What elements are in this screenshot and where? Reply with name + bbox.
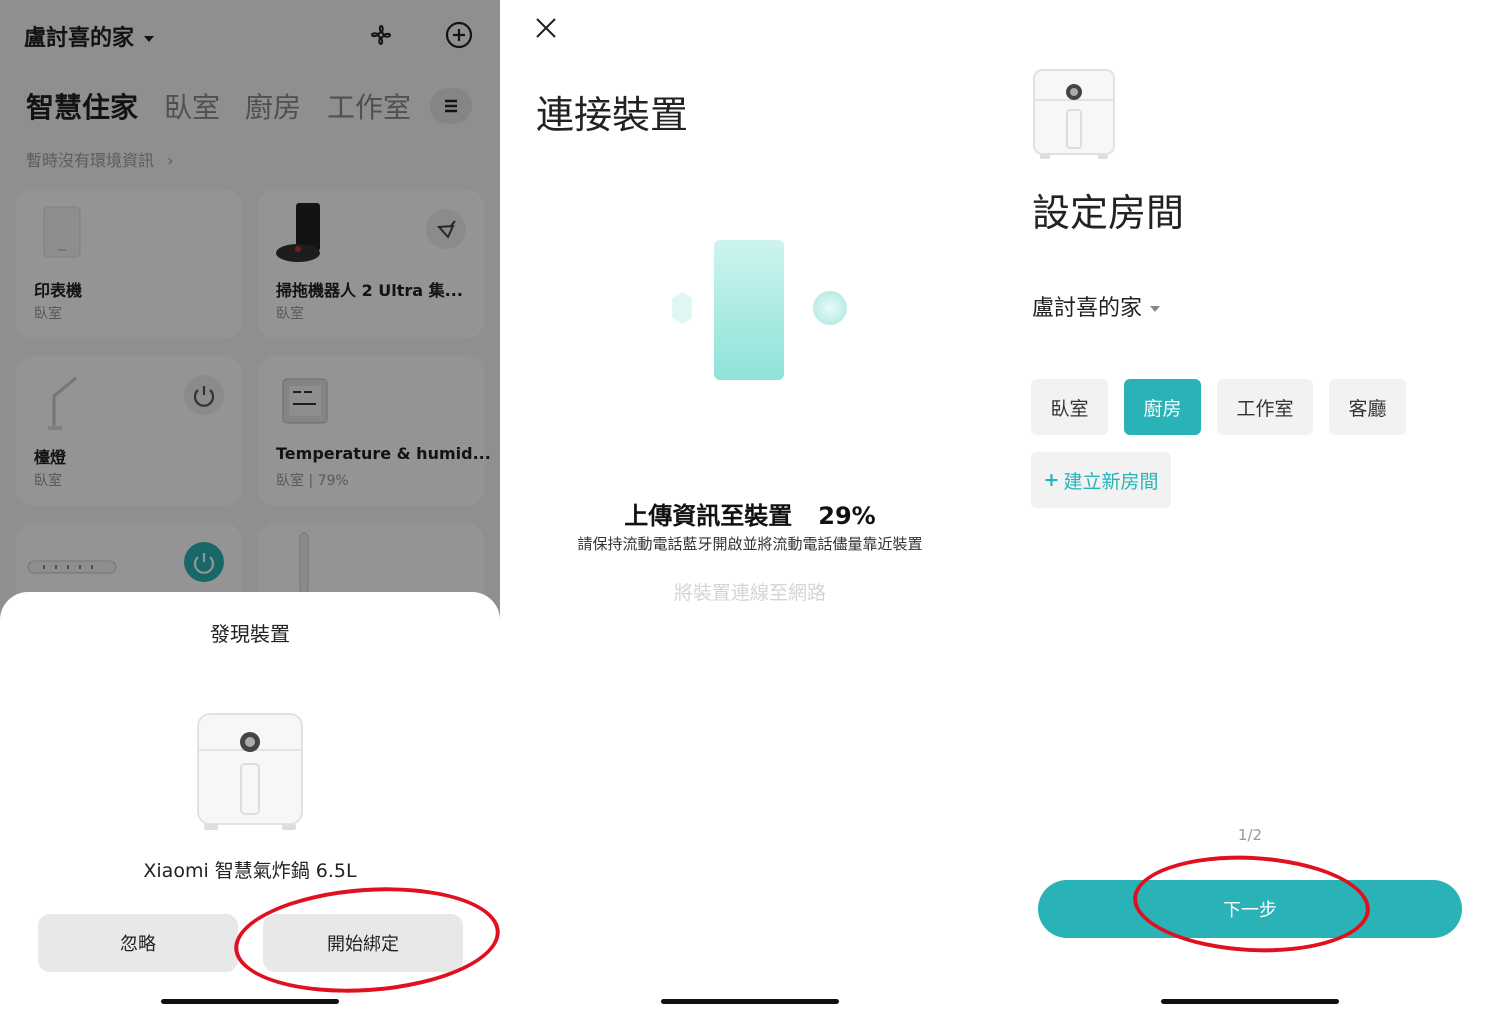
room-chip-studio[interactable]: 工作室: [1217, 379, 1313, 435]
create-room-label: 建立新房間: [1063, 470, 1159, 493]
page-title: 設定房間: [1032, 191, 1185, 235]
room-setup-screen: 設定房間 盧討喜的家 臥室 廚房 工作室 客廳 + 建立新房間 1/2 下一步: [1000, 0, 1500, 1016]
progress-label: 上傳資訊至裝置: [624, 502, 793, 530]
home-indicator: [661, 999, 839, 1004]
progress-percent: 29%: [818, 502, 876, 530]
home-name: 盧討喜的家: [1032, 296, 1143, 321]
ignore-button[interactable]: 忽略: [38, 914, 238, 972]
pending-step-label: 將裝置連線至網路: [673, 582, 826, 604]
home-screen: 盧討喜的家 智慧住家 臥室 廚房 工作室 暫時沒有環境資訊 › 印表機 臥室 掃…: [0, 0, 500, 1016]
page-title: 連接裝置: [536, 93, 689, 137]
device-discovery-sheet: 發現裝置 Xiaomi 智慧氣炸鍋 6.5L 忽略 開始綁定: [0, 592, 500, 1016]
chevron-down-icon: [1150, 306, 1161, 312]
bluetooth-hint: 請保持流動電話藍牙開啟並將流動電話儘量靠近裝置: [577, 535, 923, 553]
red-circle-annotation: [1130, 849, 1373, 959]
room-chip-bedroom[interactable]: 臥室: [1031, 379, 1108, 435]
home-indicator: [161, 999, 339, 1004]
room-chip-kitchen[interactable]: 廚房: [1124, 379, 1201, 435]
connect-screen: 連接裝置 上傳資訊至裝置 29% 請保持流動電話藍牙開啟並將流動電話儘量靠近裝置 …: [500, 0, 1000, 1016]
connecting-animation: [672, 240, 847, 380]
page-indicator: 1/2: [1237, 826, 1263, 844]
plus-icon: +: [1043, 469, 1060, 491]
home-selector[interactable]: 盧討喜的家: [1032, 290, 1161, 322]
progress-status: 上傳資訊至裝置 29%: [500, 496, 1000, 531]
close-icon[interactable]: [534, 16, 558, 40]
air-fryer-image: [197, 713, 303, 830]
air-fryer-image: [1033, 69, 1115, 159]
red-circle-annotation: [230, 878, 500, 1002]
home-indicator: [1161, 999, 1339, 1004]
create-room-button[interactable]: + 建立新房間: [1031, 452, 1171, 508]
room-chip-living-room[interactable]: 客廳: [1329, 379, 1406, 435]
sheet-title: 發現裝置: [210, 622, 290, 646]
discovered-device-name: Xiaomi 智慧氣炸鍋 6.5L: [143, 860, 357, 882]
